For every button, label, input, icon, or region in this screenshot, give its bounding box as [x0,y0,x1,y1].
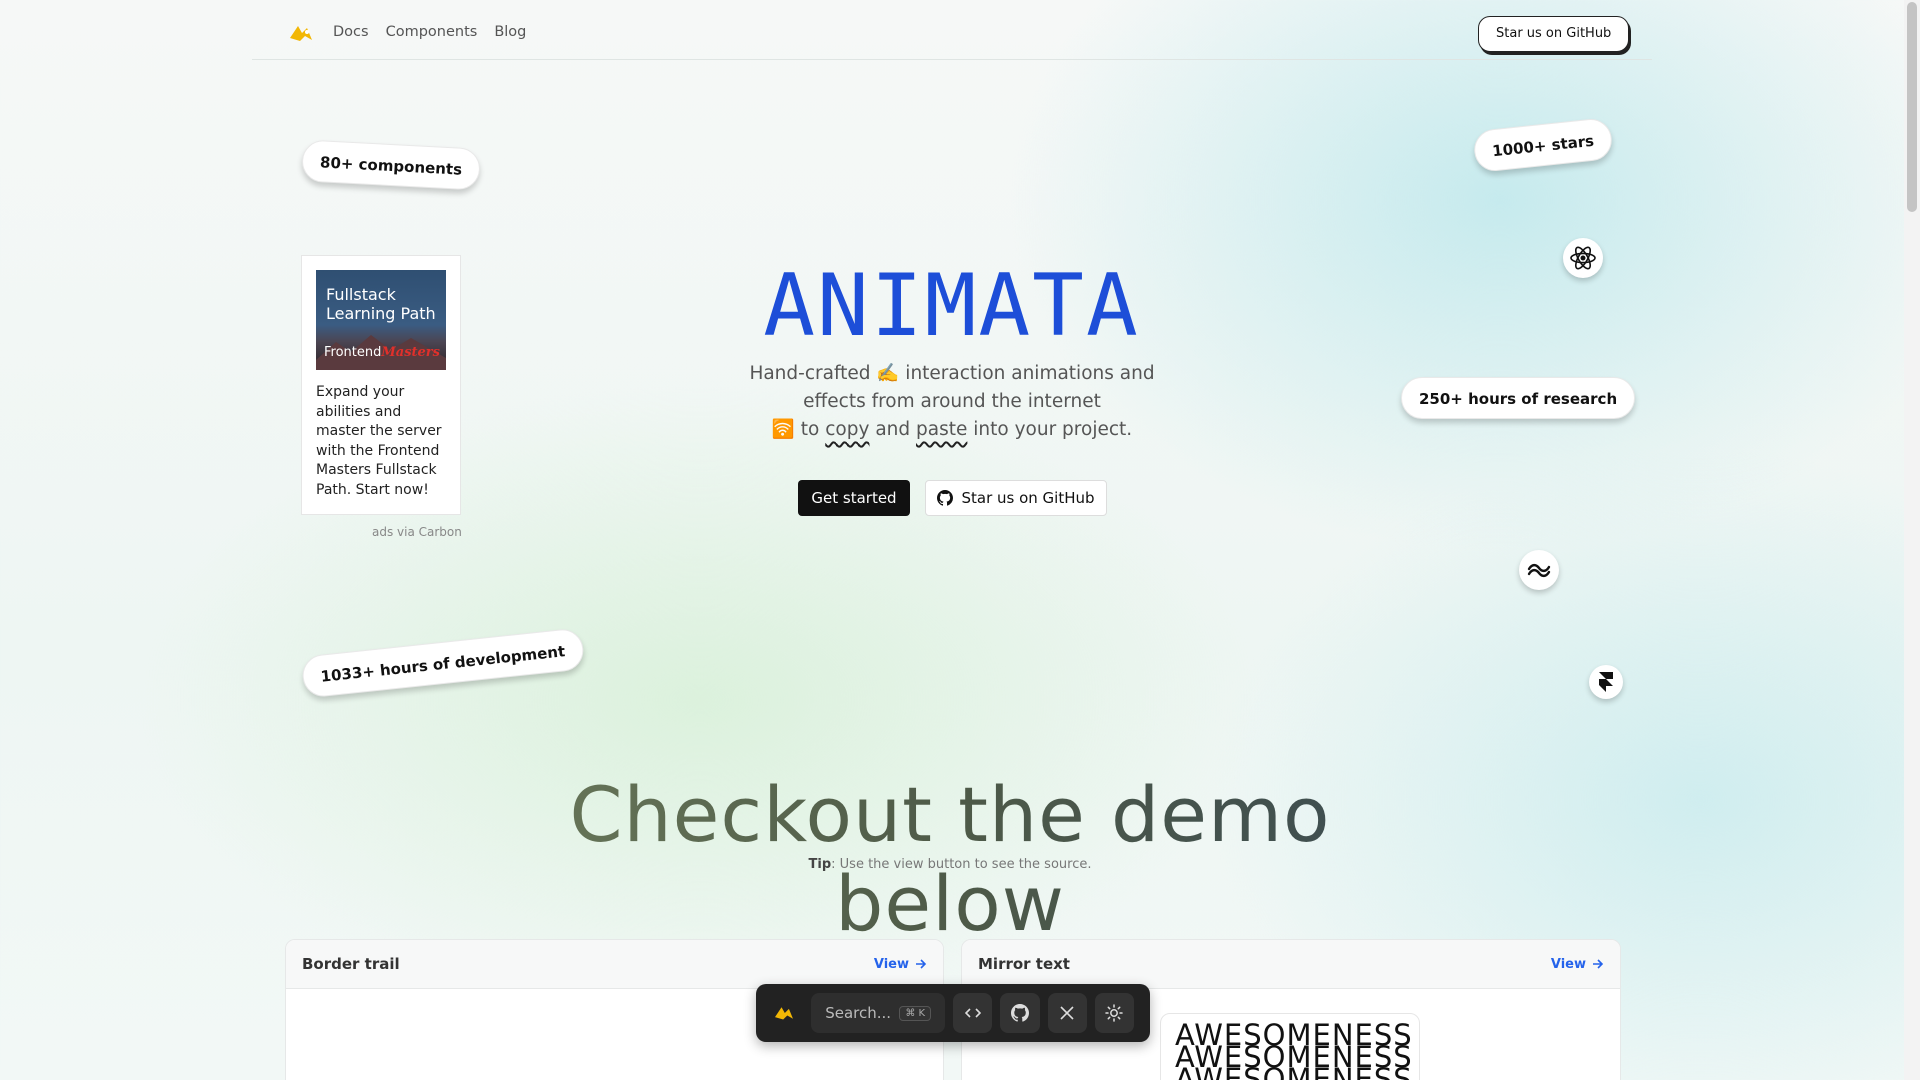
search-placeholder: Search... [825,1004,892,1022]
arrow-right-icon [916,959,927,969]
nav-docs[interactable]: Docs [333,24,369,40]
card-header: Border trail View [286,940,943,989]
header-github-button[interactable]: Star us on GitHub [1478,16,1630,52]
hero-title: ANIMATA [763,256,1140,356]
hero-subtitle: Hand-crafted ✍️ interaction animations a… [749,363,1155,440]
ad-image[interactable]: Fullstack Learning Path FrontendMasters [316,270,446,370]
github-icon [937,490,954,506]
mirror-text-preview[interactable]: AWESOMENESS AWESOMENESS AWESOMENESS [1160,1013,1420,1080]
sticker-stars[interactable]: 1000+ stars [1472,116,1614,174]
card-title: Border trail [302,955,400,973]
hero-github-button[interactable]: Star us on GitHub [925,480,1107,516]
paste-word: paste [916,419,968,440]
github-icon[interactable] [1000,993,1040,1033]
x-icon[interactable] [1047,993,1087,1033]
search-shortcut: ⌘ K [899,1005,932,1021]
sun-icon[interactable] [1094,993,1134,1033]
carbon-ad[interactable]: Fullstack Learning Path FrontendMasters … [301,255,461,515]
animata-logo-icon[interactable] [288,22,314,44]
dock-search-button[interactable]: Search... ⌘ K [811,993,946,1033]
card-header: Mirror text View [962,940,1620,989]
framer-icon[interactable] [1589,665,1623,699]
ad-image-title: Fullstack Learning Path [326,285,436,323]
floating-dock: Search... ⌘ K [756,984,1150,1042]
sticker-research[interactable]: 250+ hours of research [1401,377,1636,419]
top-header: Docs Components Blog Star us on GitHub [252,0,1652,60]
get-started-button[interactable]: Get started [798,480,910,516]
scrollbar[interactable] [1904,0,1920,1080]
mirror-text-line: AWESOMENESS [1175,1062,1413,1080]
card-view-link[interactable]: View [1551,957,1604,972]
arrow-right-icon [1593,959,1604,969]
ad-text[interactable]: Expand your abilities and master the ser… [316,383,450,501]
copy-word: copy [825,419,870,440]
nav-components[interactable]: Components [386,24,478,40]
sticker-components[interactable]: 80+ components [301,139,482,191]
demo-tip: Tip: Use the view button to see the sour… [808,857,1092,872]
nav-blog[interactable]: Blog [494,24,526,40]
ad-brand: FrontendMasters [324,345,440,360]
react-icon[interactable] [1563,238,1603,278]
main-nav: Docs Components Blog [333,24,526,40]
card-title: Mirror text [978,955,1070,973]
card-view-link[interactable]: View [874,957,927,972]
scrollbar-thumb[interactable] [1907,2,1917,212]
ad-via-link[interactable]: ads via Carbon [372,525,462,539]
tailwind-icon[interactable] [1519,550,1559,590]
dock-logo-icon[interactable] [764,993,803,1033]
sticker-development[interactable]: 1033+ hours of development [300,627,585,699]
code-icon[interactable] [953,993,993,1033]
